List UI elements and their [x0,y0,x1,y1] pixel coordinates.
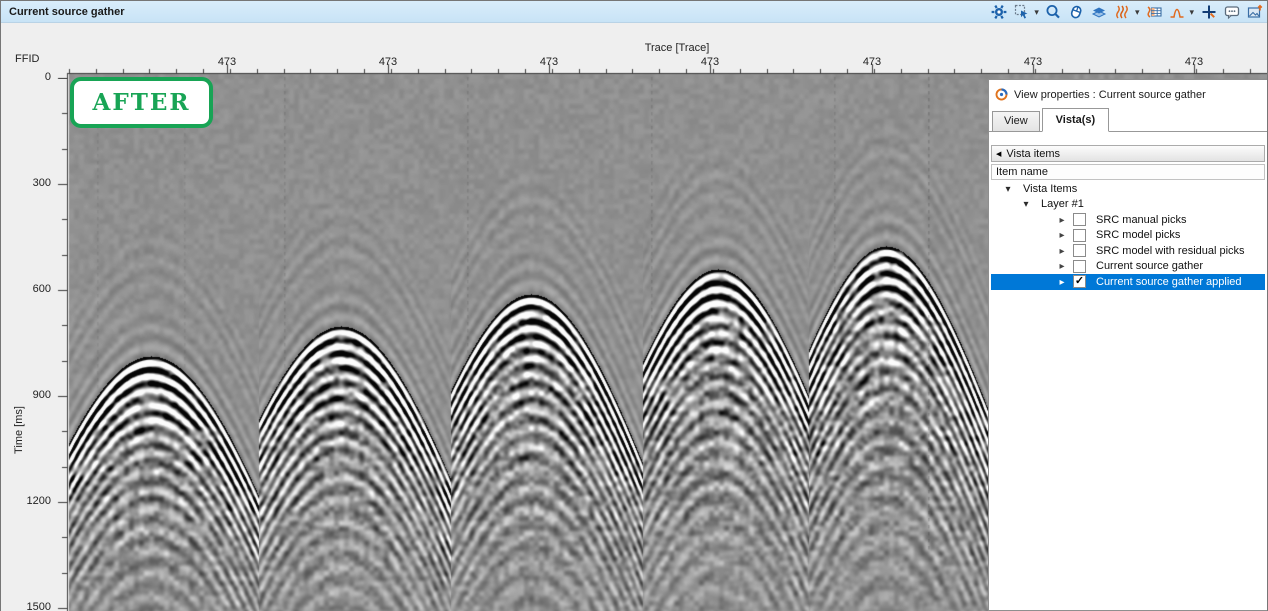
collapse-triangle-icon: ◀ [996,150,1002,158]
titlebar: Current source gather ▾ ▾ ▾ [1,1,1267,23]
expander-icon[interactable] [1057,260,1067,272]
tree-row-src-manual-picks[interactable]: SRC manual picks [991,212,1265,228]
selection-mode-icon[interactable] [1013,4,1030,21]
mouse-tool-icon[interactable] [1068,4,1085,21]
item-checkbox[interactable] [1073,259,1086,273]
tree-row-current-source-gather[interactable]: Current source gather [991,259,1265,275]
selection-mode-dropdown-icon[interactable]: ▾ [1034,7,1039,17]
plot-area: FFID Trace [Trace] 473 473 473 473 473 4… [1,24,1267,611]
layers-icon[interactable] [1091,4,1108,21]
export-image-icon[interactable] [1246,4,1263,21]
expander-icon[interactable] [1057,276,1067,288]
amplitude-histogram-icon[interactable] [1168,4,1185,21]
histogram-dropdown-icon[interactable]: ▾ [1189,7,1194,17]
tree-row-vista-items[interactable]: Vista Items [991,181,1265,197]
tree-row-layer-1[interactable]: Layer #1 [991,197,1265,213]
expander-icon[interactable] [1021,198,1031,210]
zoom-icon[interactable] [1045,4,1062,21]
item-checkbox[interactable] [1073,228,1086,242]
panel-tabs: View Vista(s) [989,108,1267,132]
expander-icon[interactable] [1057,229,1067,241]
vista-items-group-header[interactable]: ◀ Vista items [991,145,1265,162]
vista-items-tree: Vista Items Layer #1 SRC manual picks SR… [991,181,1265,290]
app-window: Current source gather ▾ ▾ ▾ AFTER View p… [0,0,1268,611]
wiggle-display-icon[interactable] [1114,4,1131,21]
item-checkbox[interactable] [1073,244,1086,258]
tab-vistas[interactable]: Vista(s) [1041,108,1110,132]
expander-icon[interactable] [1057,245,1067,257]
wiggle-display-dropdown-icon[interactable]: ▾ [1135,7,1140,17]
spreadsheet-icon[interactable] [1145,4,1162,21]
window-title: Current source gather [9,5,125,18]
tree-row-current-source-gather-applied[interactable]: ✓ Current source gather applied [991,274,1265,290]
view-properties-panel: View properties : Current source gather … [988,79,1267,611]
vista-logo-icon [995,88,1008,101]
tree-row-src-model-picks[interactable]: SRC model picks [991,228,1265,244]
titlebar-toolbar: ▾ ▾ ▾ [990,1,1263,23]
comment-icon[interactable] [1223,4,1240,21]
crosshair-icon[interactable] [1200,4,1217,21]
panel-header: View properties : Current source gather [989,80,1267,105]
expander-icon[interactable] [1003,183,1013,195]
settings-icon[interactable] [990,4,1007,21]
panel-title: View properties : Current source gather [1014,88,1206,101]
expander-icon[interactable] [1057,214,1067,226]
tree-row-src-model-residual-picks[interactable]: SRC model with residual picks [991,243,1265,259]
group-header-label: Vista items [1006,147,1060,160]
after-annotation: AFTER [70,77,213,128]
item-checkbox[interactable]: ✓ [1073,275,1086,289]
item-checkbox[interactable] [1073,213,1086,227]
tab-view[interactable]: View [992,111,1040,131]
item-name-column-header[interactable]: Item name [991,164,1265,180]
